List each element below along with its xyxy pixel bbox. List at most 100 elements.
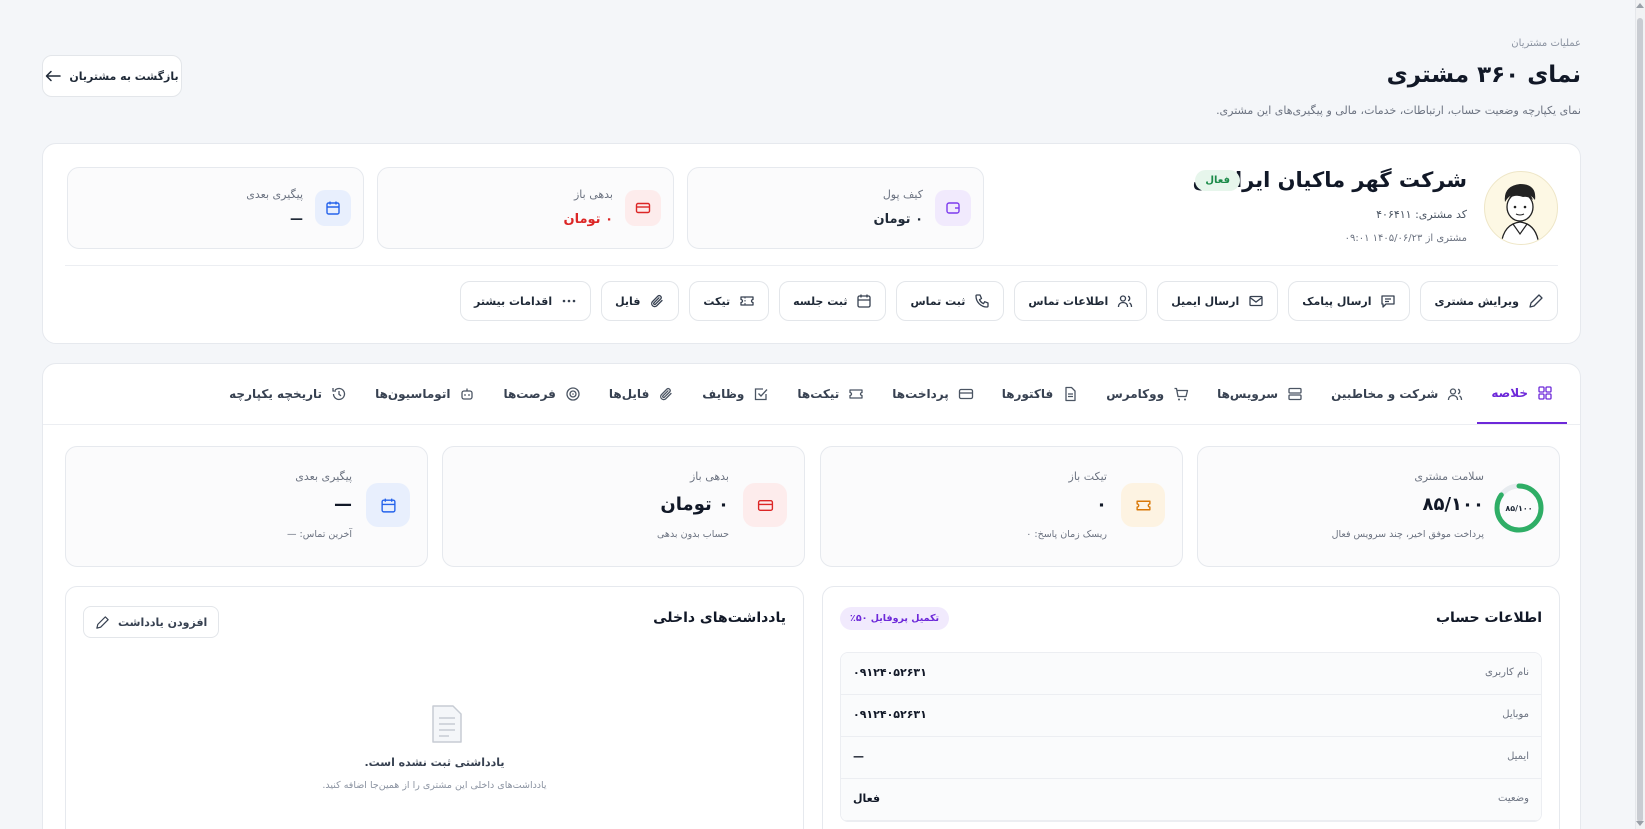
panel-title: اطلاعات حساب: [1435, 610, 1542, 626]
action-label: ارسال ایمیل: [1171, 294, 1240, 308]
info-key: وضعیت: [1498, 793, 1529, 804]
tab-company-contacts[interactable]: شرکت و مخاطبین: [1317, 364, 1477, 424]
info-key: موبایل: [1502, 709, 1529, 720]
info-value: ۰۹۱۲۴۰۵۲۶۳۱: [853, 666, 927, 679]
account-info-table: نام کاربری ۰۹۱۲۴۰۵۲۶۳۱ موبایل ۰۹۱۲۴۰۵۲۶۳…: [840, 652, 1542, 822]
tab-opportunities[interactable]: فرصت‌ها: [489, 364, 594, 424]
avatar: [1484, 171, 1558, 245]
log-meeting-button[interactable]: ثبت جلسه: [779, 281, 887, 321]
divider: [65, 265, 1558, 266]
back-to-customers-button[interactable]: بازگشت به مشتریان: [42, 55, 182, 97]
tab-invoices[interactable]: فاکتورها: [988, 364, 1093, 424]
tab-label: وظایف: [702, 387, 745, 401]
phone-icon: [975, 294, 990, 308]
calendar-icon: [857, 294, 872, 308]
breadcrumb[interactable]: عملیات مشتریان: [1511, 38, 1581, 49]
add-note-label: افزودن یادداشت: [118, 615, 208, 629]
add-note-button[interactable]: افزودن یادداشت: [83, 606, 220, 638]
info-row-mobile: موبایل ۰۹۱۲۴۰۵۲۶۳۱: [841, 695, 1541, 737]
kpi-value: ۰: [1096, 494, 1107, 515]
robot-icon: [461, 388, 474, 400]
info-row-email: ایمیل —: [841, 737, 1541, 779]
back-label: بازگشت به مشتریان: [69, 69, 179, 83]
info-value: فعال: [853, 792, 881, 805]
more-icon: [562, 299, 576, 303]
send-sms-button[interactable]: ارسال پیامک: [1288, 281, 1411, 321]
tab-label: فرصت‌ها: [503, 387, 556, 401]
pencil-icon: [96, 615, 109, 629]
page-header: عملیات مشتریان نمای ۳۶۰ مشتری نمای یکپار…: [42, 38, 1581, 123]
kpi-sub: آخرین تماس: —: [287, 529, 352, 540]
wallet-icon: [935, 190, 971, 226]
kpi-label: پیگیری بعدی: [295, 470, 352, 483]
message-icon: [1381, 295, 1396, 308]
info-value: —: [853, 750, 864, 763]
edit-customer-button[interactable]: ویرایش مشتری: [1420, 281, 1558, 321]
divider: [43, 424, 1580, 425]
tab-summary[interactable]: خلاصه: [1477, 364, 1567, 424]
tab-label: فاکتورها: [1001, 387, 1054, 401]
empty-document-icon: [432, 705, 462, 743]
stat-value: —: [290, 212, 303, 227]
stat-wallet: کیف پول ۰ تومان: [687, 167, 984, 249]
tab-woocommerce[interactable]: ووکامرس: [1092, 364, 1203, 424]
action-label: اطلاعات تماس: [1028, 294, 1109, 308]
action-label: ویرایش مشتری: [1434, 294, 1519, 308]
info-row-status: وضعیت فعال: [841, 779, 1541, 821]
panel-title: یادداشت‌های داخلی: [653, 610, 786, 626]
tab-label: سرویس‌ها: [1217, 387, 1279, 401]
customer-360-page: عملیات مشتریان نمای ۳۶۰ مشتری نمای یکپار…: [0, 0, 1635, 829]
info-key: ایمیل: [1507, 751, 1529, 762]
customer-tabs-card: خلاصه شرکت و مخاطبین سرویس‌ها ووکامرس فا…: [42, 363, 1581, 829]
scroll-up-arrow[interactable]: [1636, 3, 1644, 8]
page-title: نمای ۳۶۰ مشتری: [1386, 62, 1581, 88]
send-email-button[interactable]: ارسال ایمیل: [1157, 281, 1279, 321]
log-call-button[interactable]: ثبت تماس: [896, 281, 1005, 321]
ticket-icon: [849, 389, 863, 399]
action-label: تیکت: [703, 294, 731, 308]
tab-unified-history[interactable]: تاریخچه یکپارچه: [215, 364, 361, 424]
tab-automations[interactable]: اتوماسیون‌ها: [361, 364, 489, 424]
tab-tasks[interactable]: وظایف: [688, 364, 783, 424]
page-subtitle: نمای یکپارچه وضعیت حساب، ارتباطات، خدمات…: [1216, 104, 1581, 117]
more-actions-button[interactable]: اقدامات بیشتر: [460, 281, 592, 321]
status-badge: فعال: [1195, 170, 1240, 191]
tab-label: تاریخچه یکپارچه: [229, 387, 323, 401]
scroll-down-arrow[interactable]: [1636, 821, 1644, 826]
tab-tickets[interactable]: تیکت‌ها: [783, 364, 878, 424]
stat-label: بدهی باز: [573, 188, 613, 201]
stat-value: ۰ تومان: [873, 212, 923, 227]
action-label: ثبت تماس: [910, 294, 966, 308]
kpi-label: بدهی باز: [689, 470, 729, 483]
internal-notes-panel: یادداشت‌های داخلی افزودن یادداشت یادداشت…: [65, 586, 804, 829]
kpi-sub: حساب بدون بدهی: [657, 529, 729, 540]
users-icon: [1118, 295, 1133, 308]
info-value: ۰۹۱۲۴۰۵۲۶۳۱: [853, 708, 927, 721]
account-info-panel: اطلاعات حساب تکمیل پروفایل ۵۰٪ نام کاربر…: [822, 586, 1560, 829]
scroll-thumb[interactable]: [1637, 18, 1643, 822]
ticket-button[interactable]: تیکت: [689, 281, 770, 321]
stat-value: ۰ تومان: [563, 212, 613, 227]
kpi-open-debt: بدهی باز ۰ تومان حساب بدون بدهی: [442, 446, 805, 567]
paperclip-icon: [660, 387, 672, 401]
server-icon: [1288, 387, 1302, 401]
empty-state-subtitle: یادداشت‌های داخلی این مشتری را از همین‌ج…: [322, 780, 547, 791]
page-scrollbar[interactable]: [1635, 0, 1645, 829]
paperclip-icon: [651, 294, 664, 308]
tab-files[interactable]: فایل‌ها: [595, 364, 688, 424]
kpi-next-followup: پیگیری بعدی — آخرین تماس: —: [65, 446, 428, 567]
file-icon: [1065, 386, 1076, 402]
arrow-left-icon: [46, 70, 62, 82]
kpi-label: تیکت باز: [1068, 470, 1107, 483]
file-button[interactable]: فایل: [601, 281, 680, 321]
action-label: ارسال پیامک: [1302, 294, 1372, 308]
history-icon: [332, 387, 346, 401]
tab-payments[interactable]: پرداخت‌ها: [878, 364, 987, 424]
empty-state-title: یادداشتی ثبت نشده است.: [364, 756, 505, 769]
kpi-customer-health: ۸۵/۱۰۰ سلامت مشتری ۸۵/۱۰۰ پرداخت موفق اخ…: [1197, 446, 1560, 567]
tab-label: تیکت‌ها: [797, 387, 840, 401]
tab-label: اتوماسیون‌ها: [375, 387, 451, 401]
contact-info-button[interactable]: اطلاعات تماس: [1014, 281, 1148, 321]
tab-services[interactable]: سرویس‌ها: [1203, 364, 1317, 424]
credit-card-icon: [958, 388, 973, 400]
